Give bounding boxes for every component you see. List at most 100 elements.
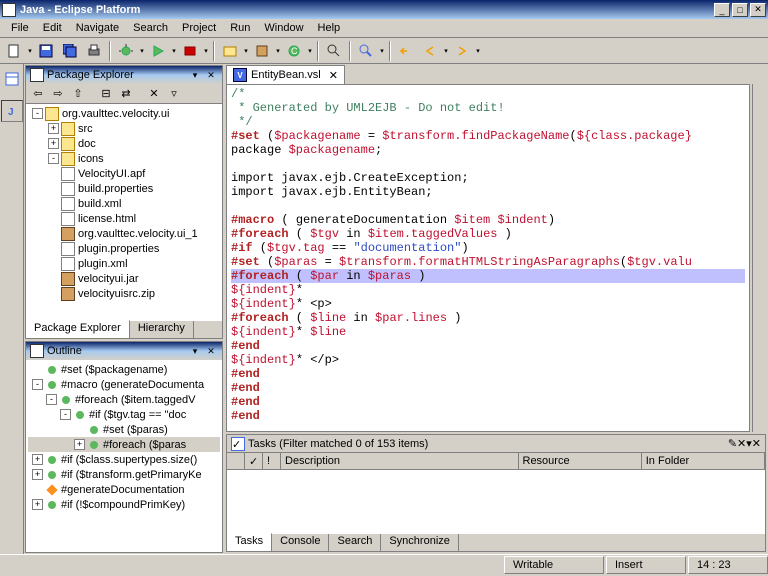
- workbench: J Package Explorer ▾ ✕ ⇦ ⇨ ⇧ ⊟ ⇄ ✕ ▿ -: [0, 64, 768, 554]
- tree-item[interactable]: -icons: [28, 151, 220, 166]
- outline-menu-button[interactable]: ▾: [188, 344, 202, 358]
- debug-button[interactable]: [115, 40, 137, 62]
- outline-close-button[interactable]: ✕: [204, 344, 218, 358]
- outline-item[interactable]: +#if ($class.supertypes.size(): [28, 452, 220, 467]
- svg-text:J: J: [8, 107, 14, 118]
- run-button[interactable]: [147, 40, 169, 62]
- tasks-body[interactable]: [227, 470, 765, 533]
- col-folder[interactable]: In Folder: [642, 453, 765, 469]
- tree-item[interactable]: -org.vaulttec.velocity.ui: [28, 106, 220, 121]
- close-button[interactable]: ✕: [750, 3, 766, 17]
- tab-tasks[interactable]: Tasks: [227, 533, 272, 551]
- col-priority[interactable]: !: [263, 453, 281, 469]
- package-explorer-icon: [30, 68, 44, 82]
- tree-item[interactable]: build.properties: [28, 181, 220, 196]
- tasks-close-button[interactable]: ✕: [752, 437, 761, 450]
- menu-run[interactable]: Run: [223, 20, 257, 36]
- filter-button[interactable]: ✕: [145, 85, 163, 103]
- editor-tab-entitybean[interactable]: V EntityBean.vsl ✕: [226, 65, 345, 84]
- tab-console[interactable]: Console: [272, 534, 329, 551]
- search-button[interactable]: [355, 40, 377, 62]
- new-dropdown[interactable]: ▾: [26, 40, 34, 62]
- overview-ruler[interactable]: [752, 84, 766, 432]
- perspective-bar: J: [0, 64, 24, 554]
- new-button[interactable]: [3, 40, 25, 62]
- outline-item[interactable]: -#foreach ($item.taggedV: [28, 392, 220, 407]
- save-all-button[interactable]: [59, 40, 81, 62]
- tree-item[interactable]: plugin.properties: [28, 241, 220, 256]
- package-explorer-title: Package Explorer: [47, 69, 186, 81]
- menu-navigate[interactable]: Navigate: [69, 20, 126, 36]
- minimize-button[interactable]: _: [714, 3, 730, 17]
- print-button[interactable]: [83, 40, 105, 62]
- back-button[interactable]: [419, 40, 441, 62]
- run-ext-button[interactable]: [179, 40, 201, 62]
- col-icon[interactable]: [227, 453, 245, 469]
- outline-item[interactable]: #generateDocumentation: [28, 482, 220, 497]
- col-done[interactable]: ✓: [245, 453, 263, 469]
- menu-window[interactable]: Window: [257, 20, 310, 36]
- tree-item[interactable]: +src: [28, 121, 220, 136]
- col-description[interactable]: Description: [281, 453, 519, 469]
- menu-project[interactable]: Project: [175, 20, 223, 36]
- java-perspective-button[interactable]: J: [1, 100, 23, 122]
- new-package-button[interactable]: [251, 40, 273, 62]
- tasks-new-button[interactable]: ✎: [728, 437, 737, 450]
- col-resource[interactable]: Resource: [519, 453, 642, 469]
- tab-package-explorer[interactable]: Package Explorer: [26, 320, 130, 338]
- tasks-header: ✓ Tasks (Filter matched 0 of 153 items) …: [227, 435, 765, 453]
- menu-help[interactable]: Help: [311, 20, 348, 36]
- last-edit-button[interactable]: [395, 40, 417, 62]
- outline-item[interactable]: -#macro (generateDocumenta: [28, 377, 220, 392]
- outline-header: Outline ▾ ✕: [26, 342, 222, 360]
- velocity-file-icon: V: [233, 68, 247, 82]
- view-close-button[interactable]: ✕: [204, 68, 218, 82]
- menu-search[interactable]: Search: [126, 20, 175, 36]
- code-editor[interactable]: /* * Generated by UML2EJB - Do not edit!…: [226, 84, 750, 432]
- package-explorer-toolbar: ⇦ ⇨ ⇧ ⊟ ⇄ ✕ ▿: [26, 84, 222, 104]
- tree-item[interactable]: plugin.xml: [28, 256, 220, 271]
- forward-button[interactable]: [451, 40, 473, 62]
- editor-tab-close-button[interactable]: ✕: [329, 69, 338, 82]
- link-editor-button[interactable]: ⇄: [117, 85, 135, 103]
- view-menu-button[interactable]: ▾: [188, 68, 202, 82]
- outline-item[interactable]: +#foreach ($paras: [28, 437, 220, 452]
- tab-synchronize[interactable]: Synchronize: [381, 534, 459, 551]
- tab-hierarchy[interactable]: Hierarchy: [130, 321, 194, 338]
- debug-dropdown[interactable]: ▾: [138, 40, 146, 62]
- up-nav-button[interactable]: ⇧: [69, 85, 87, 103]
- tree-item[interactable]: license.html: [28, 211, 220, 226]
- run-dropdown[interactable]: ▾: [170, 40, 178, 62]
- tree-item[interactable]: org.vaulttec.velocity.ui_1: [28, 226, 220, 241]
- outline-title: Outline: [47, 345, 186, 357]
- outline-body[interactable]: #set ($packagename)-#macro (generateDocu…: [26, 360, 222, 552]
- outline-item[interactable]: #set ($paras): [28, 422, 220, 437]
- new-class-button[interactable]: C: [283, 40, 305, 62]
- run-ext-dropdown[interactable]: ▾: [202, 40, 210, 62]
- save-button[interactable]: [35, 40, 57, 62]
- tab-search[interactable]: Search: [329, 534, 381, 551]
- outline-item[interactable]: #set ($packagename): [28, 362, 220, 377]
- outline-item[interactable]: +#if (!$compoundPrimKey): [28, 497, 220, 512]
- open-perspective-button[interactable]: [1, 68, 23, 90]
- tree-item[interactable]: build.xml: [28, 196, 220, 211]
- working-set-button[interactable]: ▿: [165, 85, 183, 103]
- outline-item[interactable]: -#if ($tgv.tag == "doc: [28, 407, 220, 422]
- tree-item[interactable]: VelocityUI.apf: [28, 166, 220, 181]
- outline-item[interactable]: +#if ($transform.getPrimaryKe: [28, 467, 220, 482]
- open-type-button[interactable]: [323, 40, 345, 62]
- menu-edit[interactable]: Edit: [36, 20, 69, 36]
- collapse-all-button[interactable]: ⊟: [97, 85, 115, 103]
- menu-file[interactable]: File: [4, 20, 36, 36]
- status-bar: Writable Insert 14 : 23: [0, 554, 768, 574]
- main-toolbar: ▾ ▾ ▾ ▾ ▾ ▾ C ▾ ▾ ▾ ▾: [0, 38, 768, 64]
- package-explorer-body[interactable]: -org.vaulttec.velocity.ui+src+doc-iconsV…: [26, 104, 222, 320]
- back-nav-button[interactable]: ⇦: [29, 85, 47, 103]
- maximize-button[interactable]: □: [732, 3, 748, 17]
- tree-item[interactable]: velocityui.jar: [28, 271, 220, 286]
- tree-item[interactable]: +doc: [28, 136, 220, 151]
- tasks-delete-button[interactable]: ✕: [737, 437, 746, 450]
- new-project-button[interactable]: [219, 40, 241, 62]
- tree-item[interactable]: velocityuisrc.zip: [28, 286, 220, 301]
- forward-nav-button[interactable]: ⇨: [49, 85, 67, 103]
